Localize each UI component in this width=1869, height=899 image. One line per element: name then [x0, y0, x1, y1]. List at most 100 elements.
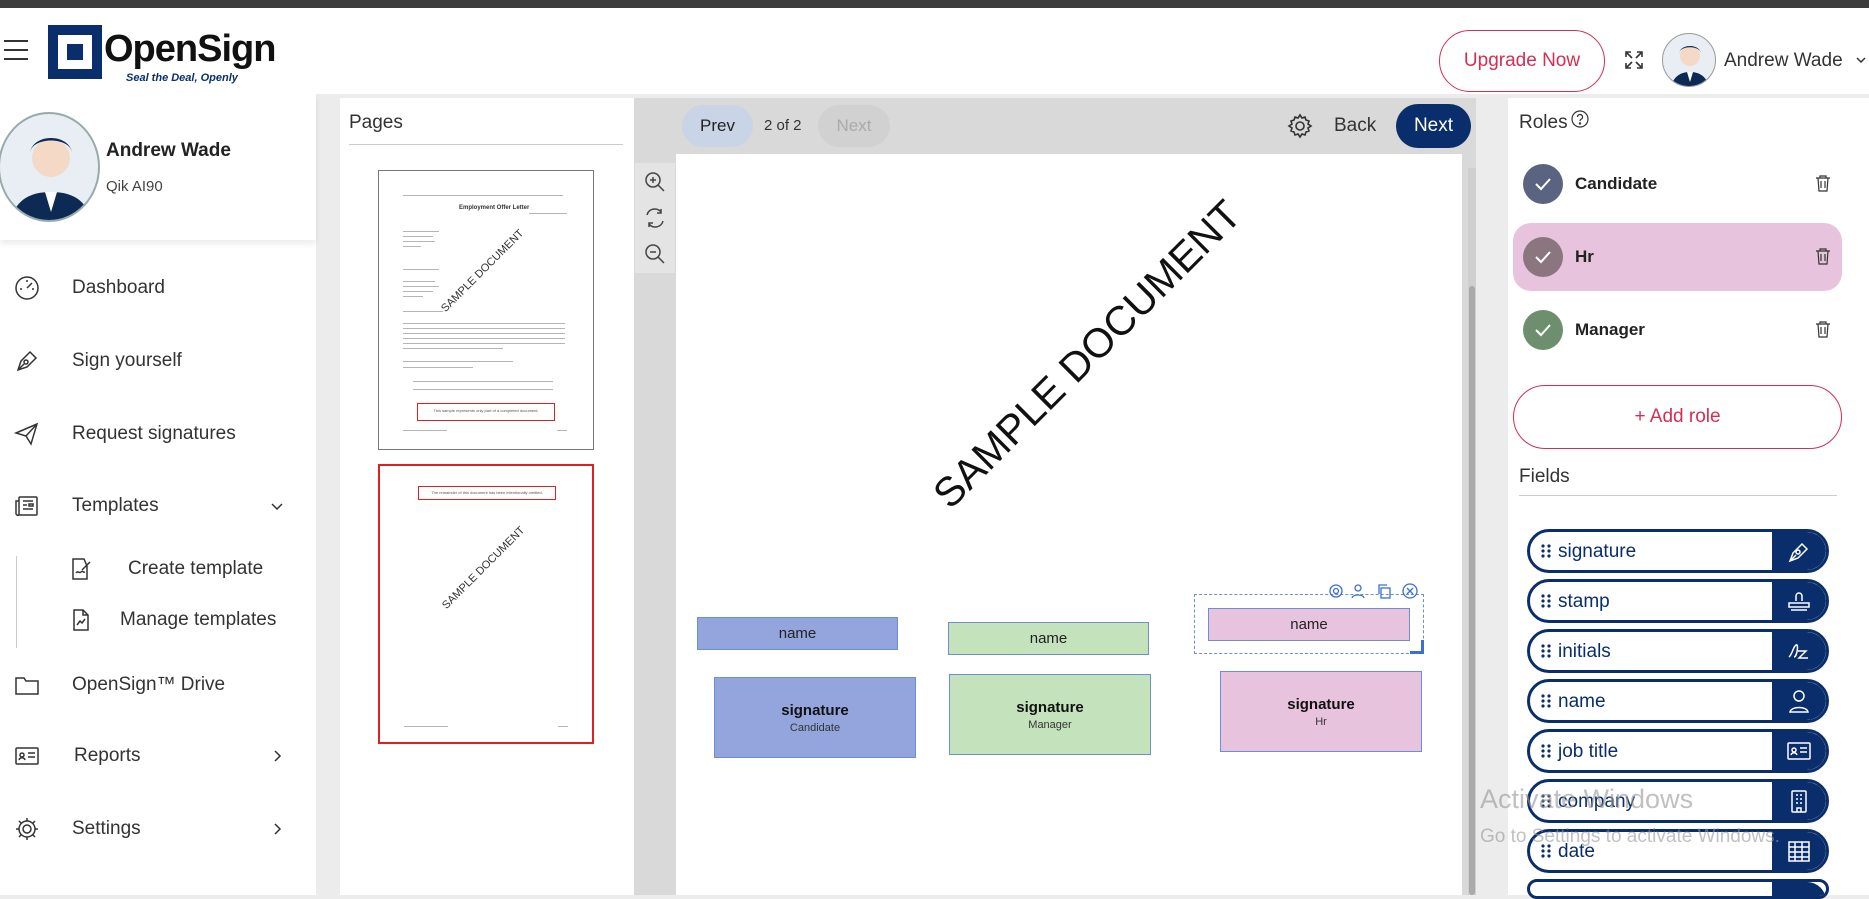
page-thumbnail-2[interactable]: The remainder of this document has been …	[378, 464, 594, 744]
chevron-down-icon[interactable]	[1855, 54, 1867, 66]
field-role: Candidate	[789, 721, 841, 734]
sidebar-item-request-signatures[interactable]: Request signatures	[0, 409, 316, 459]
gear-icon[interactable]	[1328, 583, 1344, 599]
signature-field-candidate[interactable]: signature Candidate	[714, 677, 916, 758]
os-activation-hint: Go to Settings to activate Windows.	[1480, 826, 1780, 847]
sidebar-item-label: Create template	[128, 558, 264, 579]
profile-name: Andrew Wade	[106, 140, 231, 161]
field-item-job-title[interactable]: job title	[1527, 729, 1829, 773]
field-label: signature	[1287, 695, 1355, 713]
field-item-label: signature	[1558, 541, 1637, 562]
field-item-name[interactable]: name	[1527, 679, 1829, 723]
paper-plane-icon	[14, 422, 39, 446]
role-item-manager[interactable]: Manager	[1513, 296, 1842, 364]
menu-icon[interactable]	[4, 40, 28, 62]
name-field-candidate[interactable]: name	[697, 617, 898, 650]
add-role-button[interactable]: + Add role	[1513, 385, 1842, 449]
signature-field-manager[interactable]: signature Manager	[949, 674, 1151, 755]
name-field-hr[interactable]: name	[1208, 608, 1410, 641]
check-icon	[1523, 164, 1563, 204]
user-icon[interactable]	[1350, 583, 1366, 599]
sidebar-item-dashboard[interactable]: Dashboard	[0, 263, 316, 313]
document-scrollbar[interactable]	[1468, 168, 1476, 895]
sidebar-item-manage-templates[interactable]: Manage templates	[0, 597, 316, 641]
gear-icon	[16, 818, 38, 840]
drag-handle-icon[interactable]	[1540, 743, 1552, 759]
trash-icon[interactable]	[1815, 174, 1831, 192]
copy-icon[interactable]	[1376, 583, 1392, 599]
drag-handle-icon[interactable]	[1540, 543, 1552, 559]
pen-nib-icon	[16, 350, 38, 372]
resize-handle[interactable]	[1410, 640, 1424, 654]
next-page-button[interactable]: Next	[818, 105, 890, 147]
logo-text: OpenSign	[104, 28, 276, 70]
sidebar-item-sign-yourself[interactable]: Sign yourself	[0, 336, 316, 386]
trash-icon[interactable]	[1815, 247, 1831, 265]
pages-title: Pages	[349, 112, 403, 133]
page-thumbnail-1[interactable]: Employment Offer Letter SAMPLE DOCUMENT …	[378, 170, 594, 450]
zoom-in-icon[interactable]	[644, 171, 666, 193]
fields-title: Fields	[1519, 466, 1570, 487]
field-item-signature[interactable]: signature	[1527, 529, 1829, 573]
sidebar-item-label: Request signatures	[72, 423, 236, 444]
gear-icon[interactable]	[1286, 112, 1314, 140]
sidebar-profile[interactable]: Andrew Wade Qik AI90	[0, 94, 316, 240]
header-user-name[interactable]: Andrew Wade	[1724, 50, 1843, 72]
sidebar-item-opensign-drive[interactable]: OpenSign™ Drive	[0, 660, 316, 710]
sidebar-item-templates[interactable]: Templates	[0, 481, 316, 531]
sidebar-item-reports[interactable]: Reports	[0, 731, 316, 781]
chevron-down-icon	[271, 503, 283, 511]
thumb-watermark: SAMPLE DOCUMENT	[439, 227, 527, 315]
help-icon[interactable]	[1571, 110, 1589, 128]
pages-panel: Pages Employment Offer Letter SAMPLE DOC…	[340, 98, 634, 895]
trash-icon[interactable]	[1815, 320, 1831, 338]
thumb-note-box: The remainder of this document has been …	[418, 486, 556, 500]
field-item-label: initials	[1558, 641, 1611, 662]
profile-avatar[interactable]	[0, 112, 100, 222]
window-top-strip	[0, 0, 1869, 8]
next-step-button[interactable]: Next	[1396, 104, 1471, 148]
sidebar-item-label: Settings	[72, 818, 141, 839]
sidebar: Andrew Wade Qik AI90 Dashboard Sign your…	[0, 94, 316, 895]
back-button[interactable]: Back	[1334, 115, 1376, 137]
role-item-candidate[interactable]: Candidate	[1513, 150, 1842, 218]
fullscreen-icon[interactable]	[1624, 50, 1644, 70]
sidebar-item-create-template[interactable]: Create template	[0, 546, 316, 590]
field-item-partial[interactable]	[1527, 879, 1829, 899]
scrollbar-thumb[interactable]	[1469, 286, 1475, 895]
sidebar-item-label: Sign yourself	[72, 350, 182, 371]
name-field-manager[interactable]: name	[948, 622, 1149, 655]
fit-page-icon[interactable]	[644, 207, 666, 229]
field-item-stamp[interactable]: stamp	[1527, 579, 1829, 623]
user-avatar[interactable]	[1662, 33, 1716, 87]
document-page[interactable]	[676, 154, 1462, 895]
field-role: Manager	[1028, 718, 1072, 731]
id-card-icon	[1787, 742, 1811, 760]
role-label: Manager	[1575, 320, 1645, 339]
folder-icon	[15, 677, 39, 695]
thumb-doc-title: Employment Offer Letter	[459, 205, 530, 211]
initials-icon	[1788, 644, 1808, 659]
signature-field-hr[interactable]: signature Hr	[1220, 671, 1422, 752]
field-item-label: name	[1558, 691, 1606, 712]
chevron-right-icon	[274, 750, 282, 762]
sidebar-item-label: Manage templates	[120, 609, 277, 630]
upgrade-now-button[interactable]: Upgrade Now	[1439, 30, 1605, 92]
field-label: signature	[781, 701, 849, 719]
zoom-toolbar	[635, 163, 675, 273]
thumb-watermark: SAMPLE DOCUMENT	[440, 524, 528, 612]
field-item-initials[interactable]: initials	[1527, 629, 1829, 673]
zoom-out-icon[interactable]	[644, 243, 666, 265]
prev-page-button[interactable]: Prev	[682, 105, 753, 147]
sidebar-item-settings[interactable]: Settings	[0, 804, 316, 854]
calendar-icon	[1788, 841, 1810, 862]
role-label: Hr	[1575, 247, 1594, 266]
field-item-label: stamp	[1558, 591, 1610, 612]
close-icon[interactable]	[1402, 583, 1418, 599]
page-counter: 2 of 2	[764, 117, 802, 134]
role-item-hr[interactable]: Hr	[1513, 223, 1842, 291]
drag-handle-icon[interactable]	[1540, 643, 1552, 659]
drag-handle-icon[interactable]	[1540, 593, 1552, 609]
drag-handle-icon[interactable]	[1540, 693, 1552, 709]
sidebar-item-label: Dashboard	[72, 277, 165, 298]
